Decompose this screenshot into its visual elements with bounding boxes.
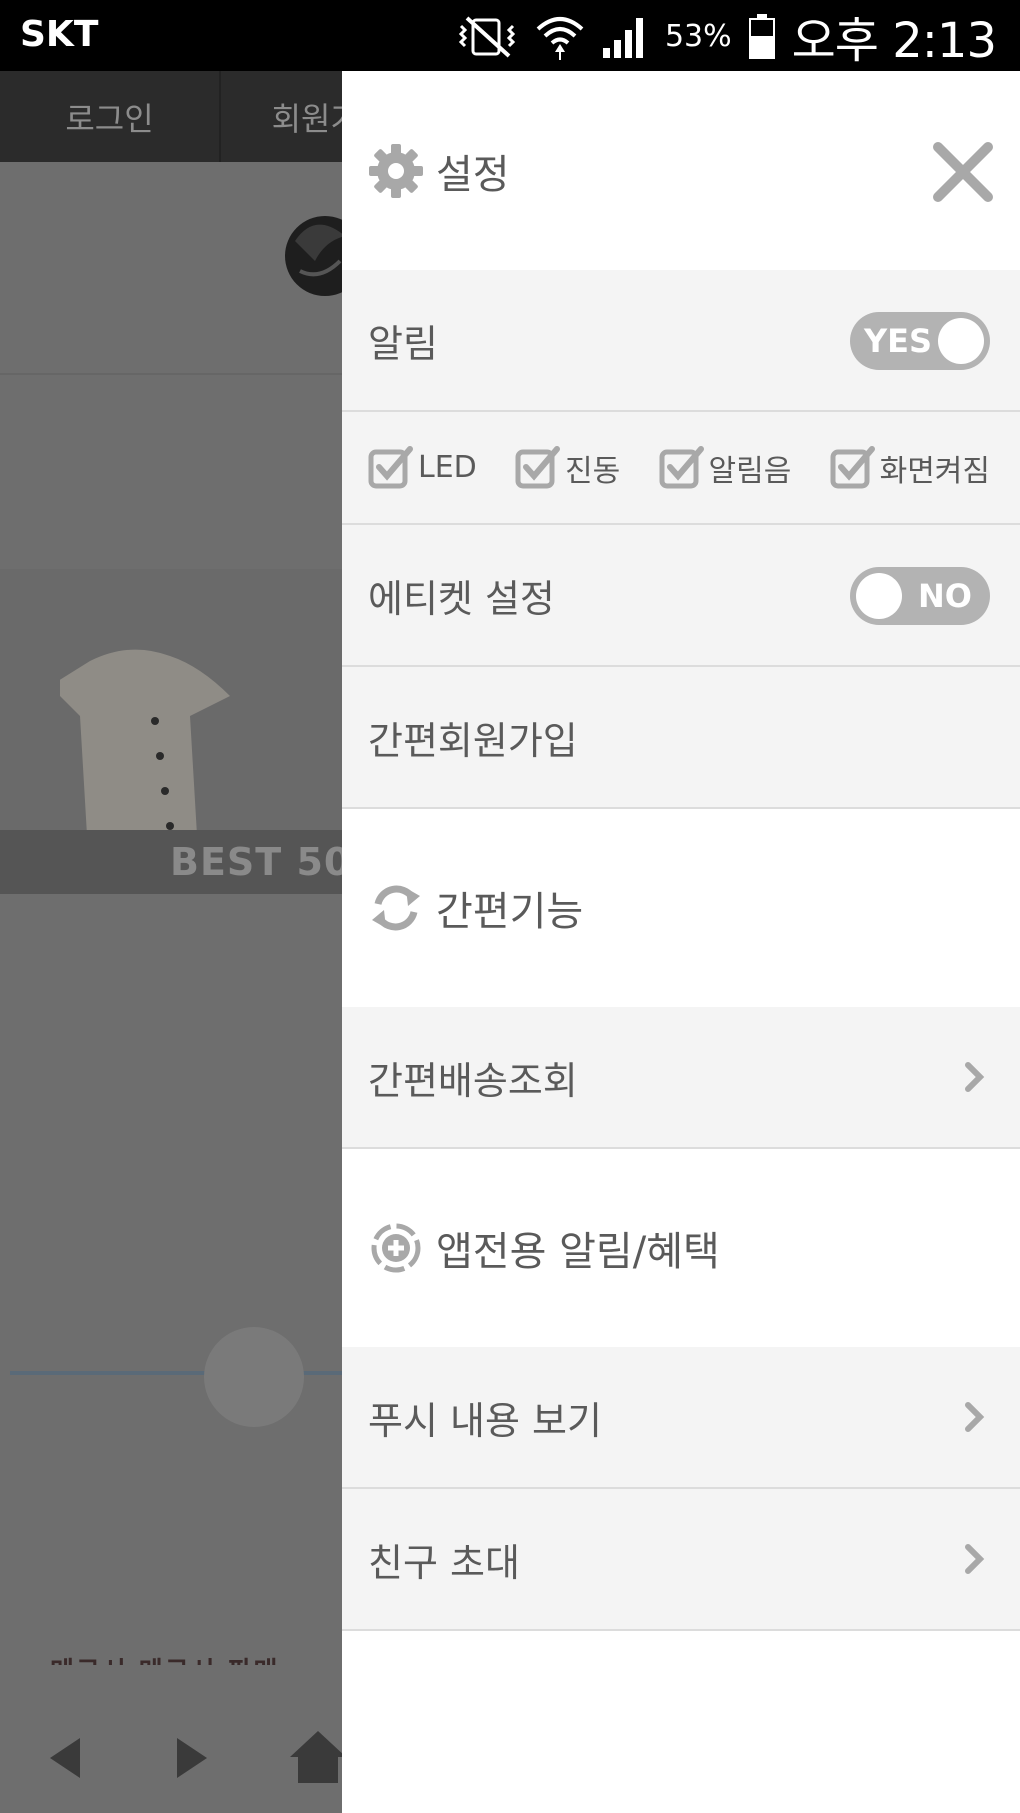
bg-slider-knob[interactable] [204, 1327, 304, 1427]
option-vibration-label: 진동 [565, 453, 621, 489]
option-screen-on-label: 화면켜짐 [879, 453, 990, 489]
vibrate-mute-icon [455, 14, 519, 58]
chevron-right-icon [965, 1062, 985, 1092]
option-vibration[interactable]: 진동 [515, 445, 620, 491]
checkbox-checked-icon [368, 445, 413, 488]
close-icon[interactable] [932, 141, 994, 203]
wifi-icon [535, 11, 585, 61]
easy-features-title: 간편기능 [436, 889, 584, 935]
chevron-right-icon [965, 1402, 985, 1432]
chevron-right-icon [965, 1544, 985, 1574]
notification-toggle[interactable]: YES [850, 312, 990, 370]
option-screen-on[interactable]: 화면켜짐 [830, 445, 990, 491]
checkbox-checked-icon [830, 445, 875, 488]
app-benefits-header: 앱전용 알림/혜택 [342, 1149, 1020, 1347]
bg-login-tab[interactable]: 로그인 [0, 71, 221, 162]
bg-footer-text: 메르시 메르시 판매 [50, 1651, 279, 1665]
battery-percent: 53% [664, 18, 732, 54]
carrier-label: SKT [20, 14, 99, 55]
etiquette-toggle[interactable]: NO [850, 567, 990, 625]
option-sound[interactable]: 알림음 [659, 445, 792, 491]
notification-options-row: LED 진동 알림음 화면켜짐 [342, 412, 1020, 525]
easy-signup-label: 간편회원가입 [368, 718, 578, 763]
home-icon[interactable] [288, 1729, 342, 1785]
etiquette-row: 에티켓 설정 NO [342, 525, 1020, 667]
checkbox-checked-icon [659, 445, 704, 488]
background-page: 로그인 회원가입 BEST 50 메르시 메르시 판매 [0, 71, 342, 1813]
notification-row: 알림 YES [342, 270, 1020, 412]
battery-icon [748, 12, 776, 60]
rose-logo-icon [285, 216, 342, 296]
app-benefits-title: 앱전용 알림/혜택 [436, 1229, 720, 1275]
clock: 오후 2:13 [791, 13, 997, 69]
notification-options: LED 진동 알림음 화면켜짐 [368, 445, 990, 491]
etiquette-toggle-text: NO [918, 577, 972, 615]
option-led-label: LED [418, 450, 477, 485]
bg-best-label: BEST 50 [0, 830, 342, 894]
bg-signup-tab[interactable]: 회원가입 [221, 71, 342, 162]
push-view-label: 푸시 내용 보기 [368, 1398, 602, 1443]
etiquette-label: 에티켓 설정 [368, 576, 555, 621]
status-bar: SKT 53% 오후 2:13 [0, 0, 1020, 71]
back-arrow-icon[interactable] [48, 1736, 82, 1780]
invite-friend-label: 친구 초대 [368, 1540, 520, 1585]
forward-arrow-icon[interactable] [175, 1736, 209, 1780]
background-nav: 로그인 회원가입 [0, 71, 342, 162]
option-led[interactable]: LED [368, 445, 477, 491]
checkbox-checked-icon [515, 445, 561, 488]
notification-label: 알림 [368, 321, 438, 366]
notification-toggle-text: YES [864, 322, 933, 360]
easy-signup-row[interactable]: 간편회원가입 [342, 667, 1020, 809]
easy-features-header: 간편기능 [342, 809, 1020, 1007]
invite-friend-row[interactable]: 친구 초대 [342, 1489, 1020, 1631]
drawer-title: 설정 [436, 151, 510, 198]
status-icons: 53% 오후 2:13 [455, 6, 997, 69]
drawer-header: 설정 [342, 71, 1020, 270]
gear-icon [369, 143, 423, 198]
signal-icon [601, 12, 649, 60]
target-plus-icon [371, 1223, 421, 1273]
push-view-row[interactable]: 푸시 내용 보기 [342, 1347, 1020, 1489]
easy-delivery-label: 간편배송조회 [368, 1058, 578, 1103]
toggle-knob [856, 573, 902, 619]
easy-delivery-row[interactable]: 간편배송조회 [342, 1007, 1020, 1149]
option-sound-label: 알림음 [708, 453, 792, 489]
toggle-knob [938, 318, 984, 364]
bg-divider [0, 373, 342, 375]
settings-drawer: 설정 알림 YES LED 진동 알림음 화면켜짐 에티켓 설정 NO 간편회원… [342, 71, 1020, 1813]
refresh-icon [372, 885, 420, 931]
